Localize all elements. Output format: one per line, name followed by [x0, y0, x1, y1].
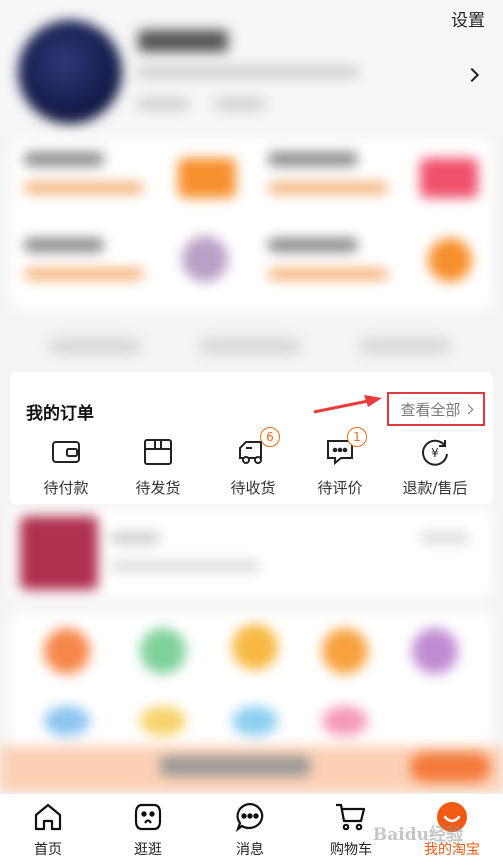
card-text-placeholder [24, 238, 104, 252]
annotation-arrow-icon [313, 395, 382, 414]
shortcut-icon-placeholder [140, 628, 186, 674]
stroll-icon [131, 800, 165, 834]
shortcut-icon-placeholder [44, 706, 90, 736]
shortcut-icon-placeholder [140, 706, 186, 736]
username-placeholder [138, 30, 228, 52]
pending-review-badge: 1 [347, 427, 367, 447]
card-image-placeholder [428, 238, 472, 282]
tab-home[interactable]: 首页 [8, 800, 88, 862]
card-image-placeholder [178, 158, 236, 198]
shortcut-icon-placeholder [412, 628, 458, 674]
promo-image-placeholder [20, 516, 98, 590]
order-pending-receipt[interactable]: 6 待收货 [205, 427, 301, 503]
my-orders-section: 我的订单 查看全部 待付款 待发货 6 待收货 1 待评价 ¥ 退款/售后 [10, 372, 493, 504]
comment-icon: 1 [323, 427, 367, 469]
card-text-placeholder [24, 182, 144, 194]
banner-button-placeholder [410, 752, 490, 782]
svg-text:¥: ¥ [431, 446, 439, 460]
card-text-placeholder [268, 152, 358, 166]
promo-text-placeholder [110, 532, 160, 544]
profile-header: 设置 [0, 0, 503, 135]
truck-icon: 6 [236, 427, 280, 469]
refund-icon: ¥ [418, 435, 452, 469]
card-text-placeholder [268, 238, 358, 252]
view-all-label: 查看全部 [400, 400, 461, 419]
promo-text-placeholder [110, 560, 260, 572]
avatar[interactable] [18, 20, 122, 124]
order-pending-payment[interactable]: 待付款 [18, 435, 114, 503]
service-cards [10, 138, 493, 370]
tab-stroll[interactable]: 逛逛 [108, 800, 188, 862]
card-text-placeholder [24, 268, 144, 280]
card-text-placeholder [24, 152, 104, 166]
card-text-placeholder [268, 182, 388, 194]
box-icon [141, 435, 175, 469]
pending-receipt-badge: 6 [260, 427, 280, 447]
cart-icon [334, 800, 368, 834]
orders-title: 我的订单 [26, 404, 94, 424]
shortcut-icon-placeholder [232, 706, 278, 736]
shortcut-icon-placeholder [232, 624, 278, 670]
wallet-icon [49, 435, 83, 469]
order-refund-aftersale[interactable]: ¥ 退款/售后 [385, 435, 485, 503]
order-pending-shipment[interactable]: 待发货 [110, 435, 206, 503]
profile-info-placeholder [138, 66, 358, 78]
order-pending-review[interactable]: 1 待评价 [292, 427, 388, 503]
shortcut-icon-placeholder [322, 706, 368, 736]
shortcut-icon-placeholder [322, 628, 368, 674]
card-link-placeholder [360, 338, 450, 354]
card-image-placeholder [182, 236, 228, 282]
message-icon [233, 800, 267, 834]
tab-messages[interactable]: 消息 [210, 800, 290, 862]
order-status-row: 待付款 待发货 6 待收货 1 待评价 ¥ 退款/售后 [10, 427, 493, 503]
shortcut-icon-placeholder [44, 628, 90, 674]
settings-button[interactable]: 设置 [451, 6, 485, 31]
card-text-placeholder [268, 268, 388, 280]
card-link-placeholder [50, 338, 140, 354]
baidu-watermark: Baidu经验 [372, 825, 463, 845]
profile-stat-placeholder [215, 98, 265, 110]
card-image-placeholder [420, 158, 478, 198]
profile-stat-placeholder [138, 98, 188, 110]
banner-text-placeholder [160, 756, 310, 776]
profile-chevron-icon[interactable] [464, 67, 480, 83]
view-all-orders-button[interactable]: 查看全部 [387, 392, 485, 426]
home-icon [31, 800, 65, 834]
promo-text-placeholder [420, 532, 470, 544]
card-link-placeholder [200, 338, 300, 354]
recommendation-area [0, 508, 503, 793]
chevron-right-icon [463, 404, 473, 414]
